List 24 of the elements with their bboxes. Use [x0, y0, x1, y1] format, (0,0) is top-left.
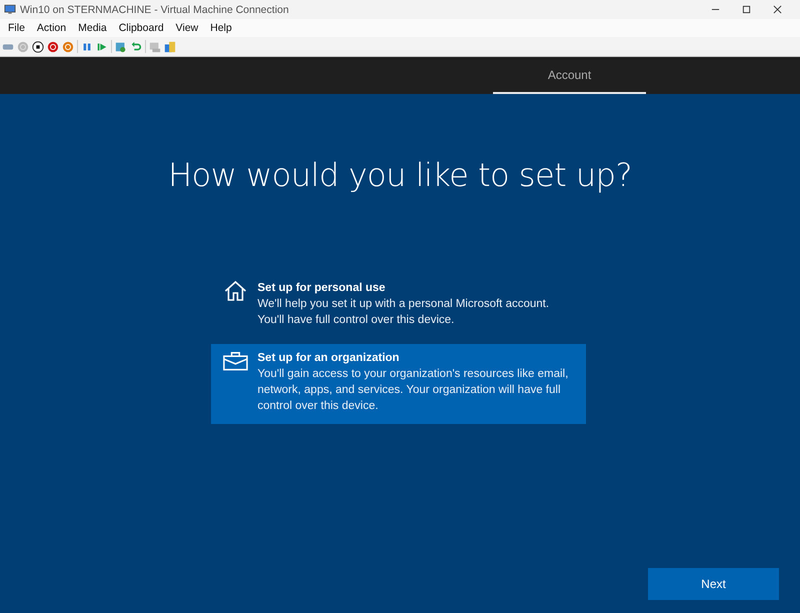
play-icon[interactable]	[96, 40, 108, 52]
undo-icon[interactable]	[130, 40, 142, 52]
option-title: Set up for an organization	[258, 351, 400, 366]
option-description: You'll gain access to your organization's resources like email, network, apps, and services. Your organization will have full control over this device.	[258, 367, 570, 414]
stop-icon[interactable]	[32, 40, 44, 52]
option-card[interactable]: Set up for an organization You'll gain access to your organization's resources like email, network, apps, and services. Your organization will have full control over this device.	[210, 344, 586, 424]
pause-icon[interactable]	[81, 40, 93, 52]
tab[interactable]: Account	[493, 57, 646, 94]
briefcase-icon	[222, 350, 248, 372]
menu-item[interactable]: Action	[36, 22, 66, 34]
maximize-button[interactable]	[742, 5, 751, 14]
menu-item[interactable]: View	[176, 22, 198, 34]
house-icon	[222, 280, 248, 302]
menu-item[interactable]: Media	[78, 22, 107, 34]
window-title: Win10 on STERNMACHINE - Virtual Machine Connection	[20, 4, 289, 16]
menu-item[interactable]: Clipboard	[118, 22, 164, 34]
next-button[interactable]: Next	[648, 568, 779, 600]
heading: How would you like to set up?	[168, 156, 632, 194]
menu-item[interactable]: File	[8, 22, 25, 34]
menu-item[interactable]: Help	[210, 22, 232, 34]
option-card[interactable]: Set up for personal use We'll help you set it up with a personal Microsoft account. You'll have full control over this device.	[210, 274, 586, 338]
option-description: We'll help you set it up with a personal Microsoft account. You'll have full control over this device.	[258, 297, 550, 328]
close-button[interactable]	[773, 5, 782, 14]
option-title: Set up for personal use	[258, 281, 386, 296]
